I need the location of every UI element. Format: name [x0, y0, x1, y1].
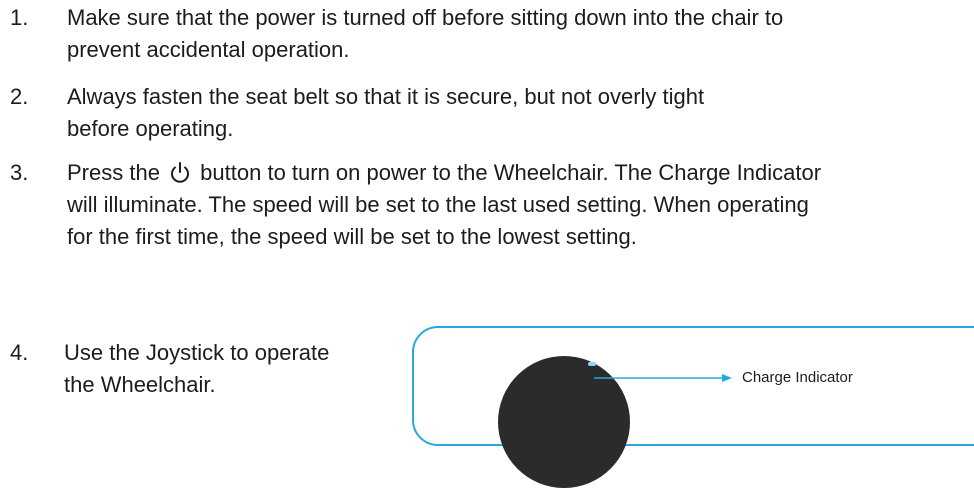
step-4-number: 4. — [10, 340, 29, 365]
step-3-line-1: Press the button to turn on power to the… — [67, 157, 821, 189]
controller-diagram-frame — [412, 326, 974, 446]
charge-indicator-label: Charge Indicator — [742, 369, 853, 386]
step-3-line-3: for the first time, the speed will be se… — [67, 224, 637, 249]
step-4-line-2: the Wheelchair. — [64, 372, 216, 397]
charge-indicator-light — [588, 362, 596, 366]
joystick-controller-image — [498, 356, 630, 488]
step-1-line-2: prevent accidental operation. — [67, 37, 350, 62]
step-4: 4. Use the Joystick to operate the Wheel… — [10, 337, 390, 401]
step-1-number: 1. — [10, 5, 29, 30]
step-3-line-1-before: Press the — [67, 160, 160, 185]
step-1: 1. Make sure that the power is turned of… — [10, 2, 970, 66]
step-3-line-1-after: button to turn on power to the Wheelchai… — [194, 160, 822, 185]
step-2-number: 2. — [10, 84, 29, 109]
power-icon — [171, 162, 190, 183]
step-2-line-2: before operating. — [67, 116, 234, 141]
step-2: 2. Always fasten the seat belt so that i… — [10, 81, 970, 145]
step-3-line-2: will illuminate. The speed will be set t… — [67, 192, 809, 217]
step-4-line-1: Use the Joystick to operate — [64, 340, 330, 365]
step-3-number: 3. — [10, 160, 29, 185]
step-2-line-1: Always fasten the seat belt so that it i… — [67, 84, 705, 109]
step-3: 3. Press the button to turn on power to … — [10, 157, 970, 253]
step-1-line-1: Make sure that the power is turned off b… — [67, 5, 784, 30]
